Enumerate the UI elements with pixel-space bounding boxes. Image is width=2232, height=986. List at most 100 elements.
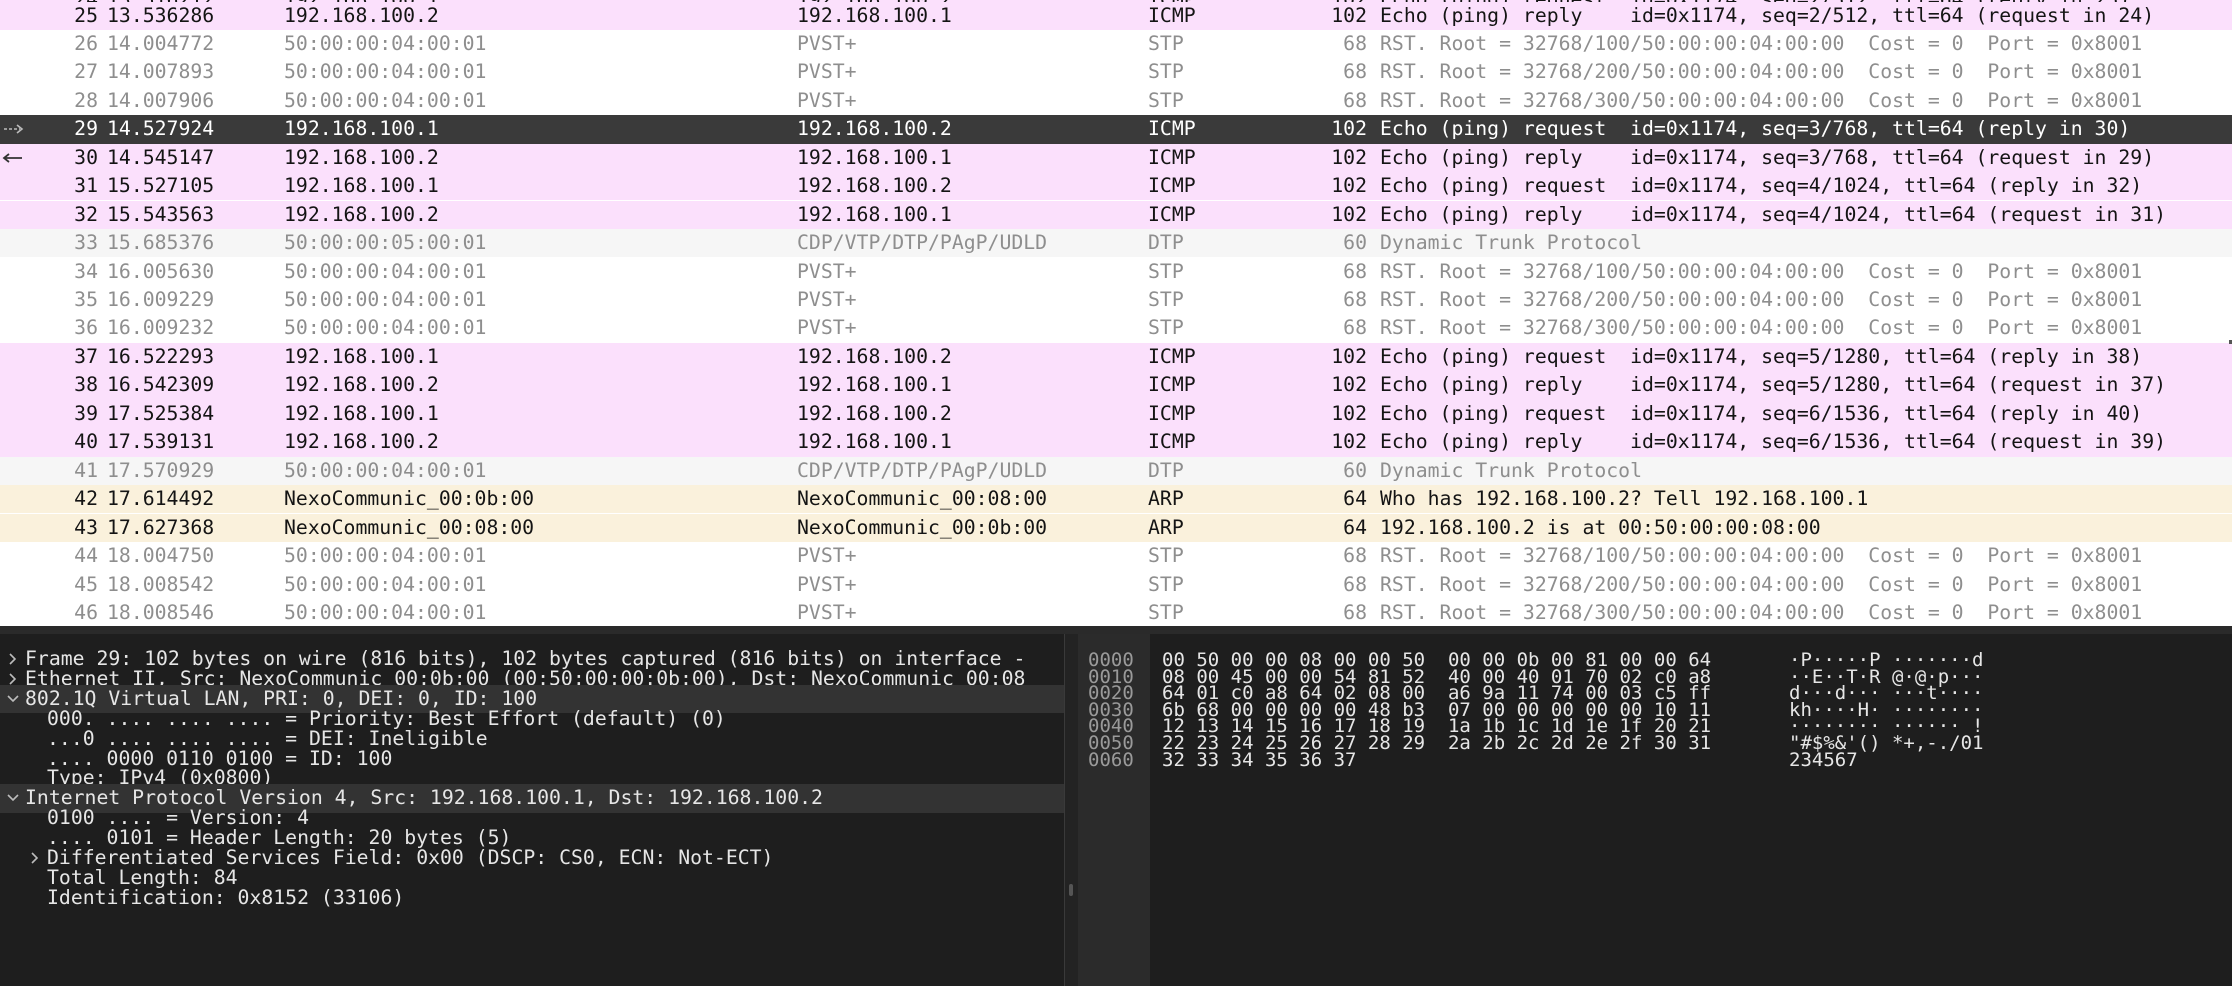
packet-row[interactable]: 32 15.543563 192.168.100.2 192.168.100.1 ICM… xyxy=(0,200,2232,229)
packet-protocol: ICMP xyxy=(1148,145,1196,169)
packet-time: 17.525384 xyxy=(107,401,215,425)
packet-info: Echo (ping) request id=0x1174, seq=5/128… xyxy=(1380,344,2143,368)
packet-source: 50:00:00:04:00:01 xyxy=(284,288,487,311)
packet-source: 50:00:00:05:00:01 xyxy=(284,231,487,255)
packet-protocol: ICMP xyxy=(1148,401,1196,425)
packet-source: NexoCommunic_00:08:00 xyxy=(284,515,535,539)
packet-time: 18.008546 xyxy=(107,600,215,624)
packet-info: Echo (ping) reply id=0x1174, seq=6/1536,… xyxy=(1380,430,2167,454)
detail-tree-row[interactable]: Identification: 0x8152 (33106) xyxy=(0,884,1064,912)
packet-destination: 192.168.100.1 xyxy=(797,3,952,27)
splitter-grip[interactable] xyxy=(1069,884,1073,896)
packet-info: Echo (ping) request id=0x1174, seq=4/102… xyxy=(1380,174,2143,198)
packet-source: 50:00:00:04:00:01 xyxy=(284,458,487,482)
packet-protocol: DTP xyxy=(1148,231,1184,255)
pane-splitter-horizontal[interactable] xyxy=(0,626,2232,634)
packet-no: 33 xyxy=(74,231,98,255)
packet-protocol: STP xyxy=(1148,259,1184,283)
packet-bytes-pane[interactable]: 0000 00 50 00 00 08 00 00 50 00 00 0b 00 … xyxy=(1078,634,2232,986)
packet-protocol: ICMP xyxy=(1148,117,1196,141)
packet-length: 68 xyxy=(1343,544,1367,568)
packet-info: Dynamic Trunk Protocol xyxy=(1380,458,1643,482)
packet-length: 60 xyxy=(1343,458,1367,482)
packet-row[interactable]: 28 14.007906 50:00:00:04:00:01 PVST+ STP 68 RS… xyxy=(0,86,2232,116)
packet-no: 40 xyxy=(74,430,98,454)
packet-row[interactable]: 42 17.614492 NexoCommunic_00:0b:00 NexoComm… xyxy=(0,485,2232,514)
packet-source: 192.168.100.2 xyxy=(284,373,439,397)
packet-row[interactable]: 38 16.542309 192.168.100.2 192.168.100.1 ICM… xyxy=(0,371,2232,400)
packet-no: 34 xyxy=(74,259,98,283)
packet-row[interactable]: 36 16.009232 50:00:00:04:00:01 PVST+ STP 68 RS… xyxy=(0,314,2232,343)
packet-row[interactable]: 25 13.536286 192.168.100.2 192.168.100.1 ICM… xyxy=(0,1,2232,30)
packet-no: 27 xyxy=(74,60,98,84)
packet-row[interactable]: 43 17.627368 NexoCommunic_00:08:00 NexoComm… xyxy=(0,513,2232,542)
packet-row[interactable]: 27 14.007893 50:00:00:04:00:01 PVST+ STP 68 RS… xyxy=(0,58,2232,87)
packet-source: 192.168.100.1 xyxy=(284,174,439,198)
packet-row[interactable]: 39 17.525384 192.168.100.1 192.168.100.2 ICM… xyxy=(0,399,2232,429)
packet-row[interactable]: 26 14.004772 50:00:00:04:00:01 PVST+ STP 68 RS… xyxy=(0,29,2232,59)
packet-info: RST. Root = 32768/100/50:00:00:04:00:00 … xyxy=(1380,259,2143,283)
packet-info: RST. Root = 32768/100/50:00:00:04:00:00 … xyxy=(1380,544,2143,568)
packet-length: 64 xyxy=(1343,487,1367,511)
packet-time: 18.004750 xyxy=(107,544,215,568)
packet-time: 17.539131 xyxy=(107,430,215,454)
bytes-row[interactable]: 0060 32 33 34 35 36 37 234567 xyxy=(1078,748,2232,772)
packet-row[interactable]: 31 15.527105 192.168.100.1 192.168.100.2 ICM… xyxy=(0,172,2232,201)
packet-info: Who has 192.168.100.2? Tell 192.168.100.… xyxy=(1380,487,1869,511)
packet-destination: PVST+ xyxy=(797,88,857,112)
packet-protocol: ICMP xyxy=(1148,430,1196,454)
packet-no: 25 xyxy=(74,3,98,27)
pane-splitter-vertical[interactable] xyxy=(1064,634,1078,986)
packet-length: 102 xyxy=(1331,174,1367,198)
packet-length: 68 xyxy=(1343,31,1367,55)
packet-row-selected[interactable]: 29 14.527924 192.168.100.1 192.168.100.2 ICM… xyxy=(0,115,2232,144)
packet-protocol: STP xyxy=(1148,31,1184,55)
packet-info: RST. Root = 32768/200/50:00:00:04:00:00 … xyxy=(1380,288,2143,311)
packet-length: 68 xyxy=(1343,572,1367,596)
packet-length: 68 xyxy=(1343,316,1367,340)
packet-info: 192.168.100.2 is at 00:50:00:00:08:00 xyxy=(1380,515,1821,539)
packet-time: 17.614492 xyxy=(107,487,215,511)
packet-protocol: STP xyxy=(1148,600,1184,624)
packet-info: RST. Root = 32768/100/50:00:00:04:00:00 … xyxy=(1380,31,2143,55)
packet-length: 102 xyxy=(1331,401,1367,425)
packet-row[interactable]: 34 16.005630 50:00:00:04:00:01 PVST+ STP 68 RS… xyxy=(0,257,2232,286)
packet-no: 30 xyxy=(74,145,98,169)
packet-row[interactable]: 30 14.545147 192.168.100.2 192.168.100.1 ICM… xyxy=(0,143,2232,173)
packet-time: 14.527924 xyxy=(107,117,215,141)
packet-protocol: STP xyxy=(1148,572,1184,596)
packet-no: 42 xyxy=(74,487,98,511)
packet-destination: 192.168.100.2 xyxy=(797,117,952,141)
packet-time: 16.009229 xyxy=(107,288,215,311)
packet-details-pane[interactable]: Frame 29: 102 bytes on wire (816 bits), … xyxy=(0,634,1064,986)
byte-offset: 0060 xyxy=(1088,748,1134,771)
packet-length: 68 xyxy=(1343,88,1367,112)
packet-time: 13.536286 xyxy=(107,3,215,27)
packet-no: 38 xyxy=(74,373,98,397)
packet-length: 64 xyxy=(1343,515,1367,539)
packet-protocol: DTP xyxy=(1148,458,1184,482)
packet-row[interactable]: 41 17.570929 50:00:00:04:00:01 CDP/VTP/DTP/… xyxy=(0,456,2232,485)
packet-no: 36 xyxy=(74,316,98,340)
packet-destination: 192.168.100.2 xyxy=(797,344,952,368)
packet-info: Dynamic Trunk Protocol xyxy=(1380,231,1643,255)
packet-length: 60 xyxy=(1343,231,1367,255)
packet-time: 14.007893 xyxy=(107,60,215,84)
packet-row[interactable]: 35 16.009229 50:00:00:04:00:01 PVST+ STP 68 RS… xyxy=(0,286,2232,315)
packet-length: 68 xyxy=(1343,259,1367,283)
packet-source: 192.168.100.2 xyxy=(284,145,439,169)
packet-length: 102 xyxy=(1331,344,1367,368)
packet-source: 192.168.100.2 xyxy=(284,430,439,454)
packet-row[interactable]: 45 18.008542 50:00:00:04:00:01 PVST+ STP 68 RS… xyxy=(0,570,2232,599)
packet-row[interactable]: 37 16.522293 192.168.100.1 192.168.100.2 ICM… xyxy=(0,342,2232,372)
packet-source: 192.168.100.1 xyxy=(284,344,439,368)
packet-row[interactable]: 46 18.008546 50:00:00:04:00:01 PVST+ STP 68 RS… xyxy=(0,598,2232,626)
packet-row[interactable]: 44 18.004750 50:00:00:04:00:01 PVST+ STP 68 RS… xyxy=(0,542,2232,571)
hex-bytes: 32 33 34 35 36 37 xyxy=(1162,748,1357,771)
packet-row[interactable]: 40 17.539131 192.168.100.2 192.168.100.1 ICM… xyxy=(0,428,2232,457)
packet-no: 35 xyxy=(74,288,98,311)
packet-list[interactable]: 24 13.516212 192.168.100.1 192.168.100.2… xyxy=(0,0,2232,626)
packet-time: 16.542309 xyxy=(107,373,215,397)
packet-row[interactable]: 33 15.685376 50:00:00:05:00:01 CDP/VTP/DTP/… xyxy=(0,229,2232,258)
ascii-bytes: 234567 xyxy=(1789,748,1858,771)
